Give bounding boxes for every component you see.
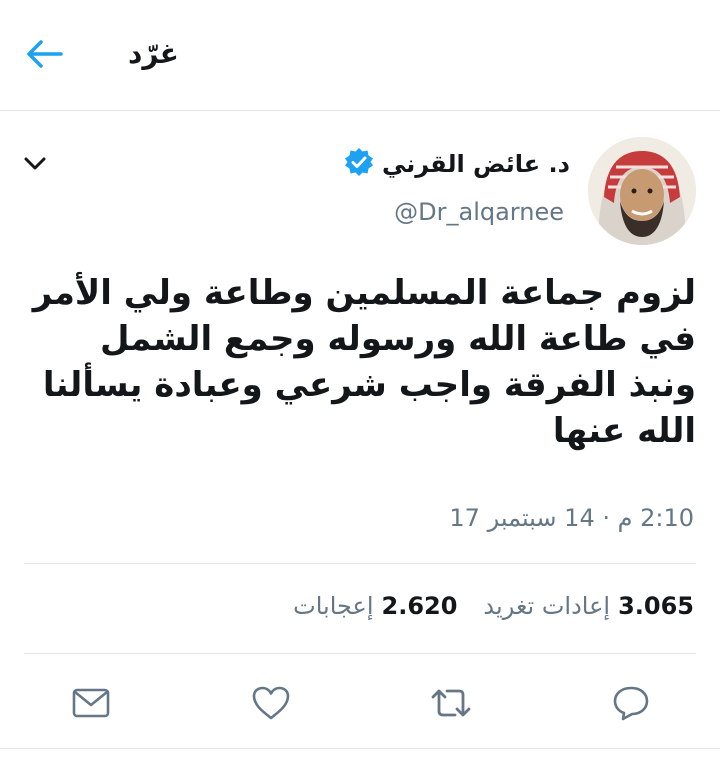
verified-badge-icon xyxy=(344,147,374,181)
likes-stat[interactable]: 2.620 إعجابات xyxy=(293,588,457,624)
like-button[interactable] xyxy=(246,680,296,730)
like-icon xyxy=(251,685,291,725)
likes-count: 2.620 xyxy=(381,592,458,620)
retweets-count: 3.065 xyxy=(618,592,694,620)
author-name[interactable]: د. عائض القرني xyxy=(382,146,570,182)
tweet-timestamp[interactable]: 2:10 م · 14 سبتمبر 17 xyxy=(449,500,694,536)
tweet-stats: 3.065 إعادات تغريد 2.620 إعجابات xyxy=(293,588,694,624)
page-title: غرّد xyxy=(128,37,179,70)
retweets-label: إعادات تغريد xyxy=(483,592,611,620)
retweet-icon xyxy=(429,685,473,725)
back-button[interactable] xyxy=(22,36,66,76)
retweets-stat[interactable]: 3.065 إعادات تغريد xyxy=(483,588,694,624)
divider xyxy=(24,653,696,654)
author-handle[interactable]: @Dr_alqarnee xyxy=(394,194,564,230)
retweet-button[interactable] xyxy=(426,680,476,730)
top-bar: غرّد xyxy=(0,0,720,111)
tweet-text: لزوم جماعة المسلمين وطاعة ولي الأمر في ط… xyxy=(32,273,696,451)
chevron-down-icon xyxy=(24,156,46,175)
likes-label: إعجابات xyxy=(293,592,374,620)
arrow-left-icon xyxy=(25,39,63,73)
avatar[interactable] xyxy=(588,137,696,245)
divider xyxy=(0,748,720,749)
reply-button[interactable] xyxy=(606,680,656,730)
reply-icon xyxy=(611,684,651,726)
action-bar xyxy=(0,672,720,736)
message-button[interactable] xyxy=(66,680,116,730)
tweet-menu-button[interactable] xyxy=(18,150,52,180)
message-icon xyxy=(71,687,111,723)
divider xyxy=(24,563,696,564)
author-row[interactable]: د. عائض القرني xyxy=(344,146,570,182)
